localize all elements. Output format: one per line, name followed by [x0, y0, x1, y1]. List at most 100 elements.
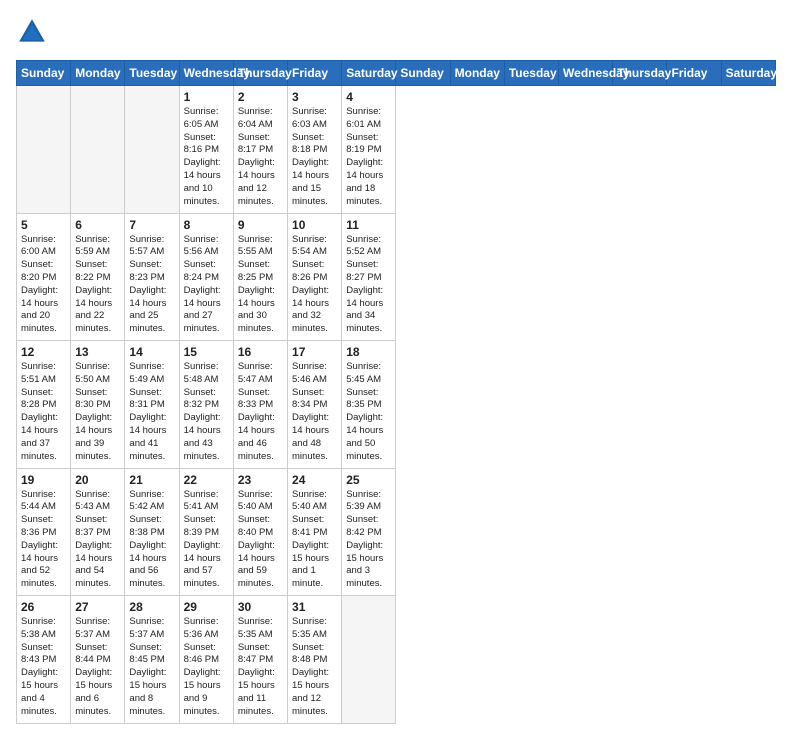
day-number: 2 — [238, 90, 283, 104]
day-number: 3 — [292, 90, 337, 104]
day-info: Sunrise: 5:35 AM Sunset: 8:47 PM Dayligh… — [238, 616, 283, 719]
day-info: Sunrise: 5:51 AM Sunset: 8:28 PM Dayligh… — [21, 361, 66, 464]
day-info: Sunrise: 6:04 AM Sunset: 8:17 PM Dayligh… — [238, 106, 283, 209]
col-header-wednesday: Wednesday — [559, 61, 613, 86]
day-info: Sunrise: 6:01 AM Sunset: 8:19 PM Dayligh… — [346, 106, 391, 209]
page-header — [16, 16, 776, 48]
day-cell: 18 Sunrise: 5:45 AM Sunset: 8:35 PM Dayli… — [342, 341, 396, 469]
day-info: Sunrise: 5:47 AM Sunset: 8:33 PM Dayligh… — [238, 361, 283, 464]
day-cell: 23 Sunrise: 5:40 AM Sunset: 8:40 PM Dayli… — [233, 468, 287, 596]
day-cell: 20Sunrise: 5:43 AM Sunset: 8:37 PM Dayli… — [71, 468, 125, 596]
day-info: Sunrise: 6:03 AM Sunset: 8:18 PM Dayligh… — [292, 106, 337, 209]
day-cell: 26Sunrise: 5:38 AM Sunset: 8:43 PM Dayli… — [17, 596, 71, 724]
col-header-monday: Monday — [71, 61, 125, 86]
day-cell: 12Sunrise: 5:51 AM Sunset: 8:28 PM Dayli… — [17, 341, 71, 469]
calendar-table: SundayMondayTuesdayWednesdayThursdayFrid… — [16, 60, 776, 724]
col-header-sunday: Sunday — [396, 61, 450, 86]
day-info: Sunrise: 5:46 AM Sunset: 8:34 PM Dayligh… — [292, 361, 337, 464]
col-header-tuesday: Tuesday — [125, 61, 179, 86]
day-number: 21 — [129, 473, 174, 487]
day-number: 14 — [129, 345, 174, 359]
day-cell: 25 Sunrise: 5:39 AM Sunset: 8:42 PM Dayli… — [342, 468, 396, 596]
day-info: Sunrise: 5:37 AM Sunset: 8:45 PM Dayligh… — [129, 616, 174, 719]
day-cell: 8 Sunrise: 5:56 AM Sunset: 8:24 PM Daylig… — [179, 213, 233, 341]
day-info: Sunrise: 5:54 AM Sunset: 8:26 PM Dayligh… — [292, 234, 337, 337]
day-number: 23 — [238, 473, 283, 487]
day-cell: 10Sunrise: 5:54 AM Sunset: 8:26 PM Dayli… — [288, 213, 342, 341]
day-number: 4 — [346, 90, 391, 104]
day-info: Sunrise: 5:52 AM Sunset: 8:27 PM Dayligh… — [346, 234, 391, 337]
col-header-friday: Friday — [288, 61, 342, 86]
day-cell: 14 Sunrise: 5:49 AM Sunset: 8:31 PM Dayli… — [125, 341, 179, 469]
day-number: 5 — [21, 218, 66, 232]
col-header-sunday: Sunday — [17, 61, 71, 86]
day-number: 22 — [184, 473, 229, 487]
day-cell: 5 Sunrise: 6:00 AM Sunset: 8:20 PM Daylig… — [17, 213, 71, 341]
day-info: Sunrise: 6:00 AM Sunset: 8:20 PM Dayligh… — [21, 234, 66, 337]
day-cell: 2 Sunrise: 6:04 AM Sunset: 8:17 PM Daylig… — [233, 86, 287, 214]
day-number: 8 — [184, 218, 229, 232]
col-header-tuesday: Tuesday — [504, 61, 558, 86]
day-info: Sunrise: 5:35 AM Sunset: 8:48 PM Dayligh… — [292, 616, 337, 719]
day-cell: 22 Sunrise: 5:41 AM Sunset: 8:39 PM Dayli… — [179, 468, 233, 596]
week-row-3: 12Sunrise: 5:51 AM Sunset: 8:28 PM Dayli… — [17, 341, 776, 469]
day-info: Sunrise: 5:38 AM Sunset: 8:43 PM Dayligh… — [21, 616, 66, 719]
day-info: Sunrise: 5:40 AM Sunset: 8:41 PM Dayligh… — [292, 489, 337, 592]
day-info: Sunrise: 5:55 AM Sunset: 8:25 PM Dayligh… — [238, 234, 283, 337]
week-row-5: 26Sunrise: 5:38 AM Sunset: 8:43 PM Dayli… — [17, 596, 776, 724]
day-cell: 16 Sunrise: 5:47 AM Sunset: 8:33 PM Dayli… — [233, 341, 287, 469]
day-info: Sunrise: 6:05 AM Sunset: 8:16 PM Dayligh… — [184, 106, 229, 209]
col-header-wednesday: Wednesday — [179, 61, 233, 86]
day-cell: 19Sunrise: 5:44 AM Sunset: 8:36 PM Dayli… — [17, 468, 71, 596]
day-cell: 29Sunrise: 5:36 AM Sunset: 8:46 PM Dayli… — [179, 596, 233, 724]
day-number: 19 — [21, 473, 66, 487]
day-cell: 17 Sunrise: 5:46 AM Sunset: 8:34 PM Dayli… — [288, 341, 342, 469]
day-info: Sunrise: 5:48 AM Sunset: 8:32 PM Dayligh… — [184, 361, 229, 464]
day-cell: 6 Sunrise: 5:59 AM Sunset: 8:22 PM Daylig… — [71, 213, 125, 341]
day-cell: 1 Sunrise: 6:05 AM Sunset: 8:16 PM Daylig… — [179, 86, 233, 214]
day-number: 16 — [238, 345, 283, 359]
day-cell: 13 Sunrise: 5:50 AM Sunset: 8:30 PM Dayli… — [71, 341, 125, 469]
week-row-2: 5 Sunrise: 6:00 AM Sunset: 8:20 PM Daylig… — [17, 213, 776, 341]
day-cell: 11Sunrise: 5:52 AM Sunset: 8:27 PM Dayli… — [342, 213, 396, 341]
col-header-thursday: Thursday — [233, 61, 287, 86]
day-number: 1 — [184, 90, 229, 104]
day-cell — [125, 86, 179, 214]
day-info: Sunrise: 5:57 AM Sunset: 8:23 PM Dayligh… — [129, 234, 174, 337]
day-info: Sunrise: 5:59 AM Sunset: 8:22 PM Dayligh… — [75, 234, 120, 337]
col-header-monday: Monday — [450, 61, 504, 86]
day-info: Sunrise: 5:50 AM Sunset: 8:30 PM Dayligh… — [75, 361, 120, 464]
day-cell — [17, 86, 71, 214]
logo — [16, 16, 52, 48]
day-number: 6 — [75, 218, 120, 232]
day-number: 24 — [292, 473, 337, 487]
day-number: 20 — [75, 473, 120, 487]
day-cell — [342, 596, 396, 724]
day-info: Sunrise: 5:39 AM Sunset: 8:42 PM Dayligh… — [346, 489, 391, 592]
day-info: Sunrise: 5:36 AM Sunset: 8:46 PM Dayligh… — [184, 616, 229, 719]
week-row-1: 1 Sunrise: 6:05 AM Sunset: 8:16 PM Daylig… — [17, 86, 776, 214]
day-info: Sunrise: 5:42 AM Sunset: 8:38 PM Dayligh… — [129, 489, 174, 592]
day-info: Sunrise: 5:41 AM Sunset: 8:39 PM Dayligh… — [184, 489, 229, 592]
day-cell: 31Sunrise: 5:35 AM Sunset: 8:48 PM Dayli… — [288, 596, 342, 724]
day-info: Sunrise: 5:56 AM Sunset: 8:24 PM Dayligh… — [184, 234, 229, 337]
day-info: Sunrise: 5:37 AM Sunset: 8:44 PM Dayligh… — [75, 616, 120, 719]
day-cell: 24 Sunrise: 5:40 AM Sunset: 8:41 PM Dayli… — [288, 468, 342, 596]
day-info: Sunrise: 5:49 AM Sunset: 8:31 PM Dayligh… — [129, 361, 174, 464]
day-cell: 4 Sunrise: 6:01 AM Sunset: 8:19 PM Daylig… — [342, 86, 396, 214]
day-cell: 27Sunrise: 5:37 AM Sunset: 8:44 PM Dayli… — [71, 596, 125, 724]
day-number: 17 — [292, 345, 337, 359]
day-number: 25 — [346, 473, 391, 487]
day-number: 13 — [75, 345, 120, 359]
day-cell: 15Sunrise: 5:48 AM Sunset: 8:32 PM Dayli… — [179, 341, 233, 469]
day-number: 7 — [129, 218, 174, 232]
day-number: 18 — [346, 345, 391, 359]
day-cell: 9Sunrise: 5:55 AM Sunset: 8:25 PM Daylig… — [233, 213, 287, 341]
day-cell: 21 Sunrise: 5:42 AM Sunset: 8:38 PM Dayli… — [125, 468, 179, 596]
week-row-4: 19Sunrise: 5:44 AM Sunset: 8:36 PM Dayli… — [17, 468, 776, 596]
col-header-thursday: Thursday — [613, 61, 667, 86]
day-info: Sunrise: 5:45 AM Sunset: 8:35 PM Dayligh… — [346, 361, 391, 464]
day-info: Sunrise: 5:40 AM Sunset: 8:40 PM Dayligh… — [238, 489, 283, 592]
col-header-saturday: Saturday — [342, 61, 396, 86]
day-cell: 30Sunrise: 5:35 AM Sunset: 8:47 PM Dayli… — [233, 596, 287, 724]
